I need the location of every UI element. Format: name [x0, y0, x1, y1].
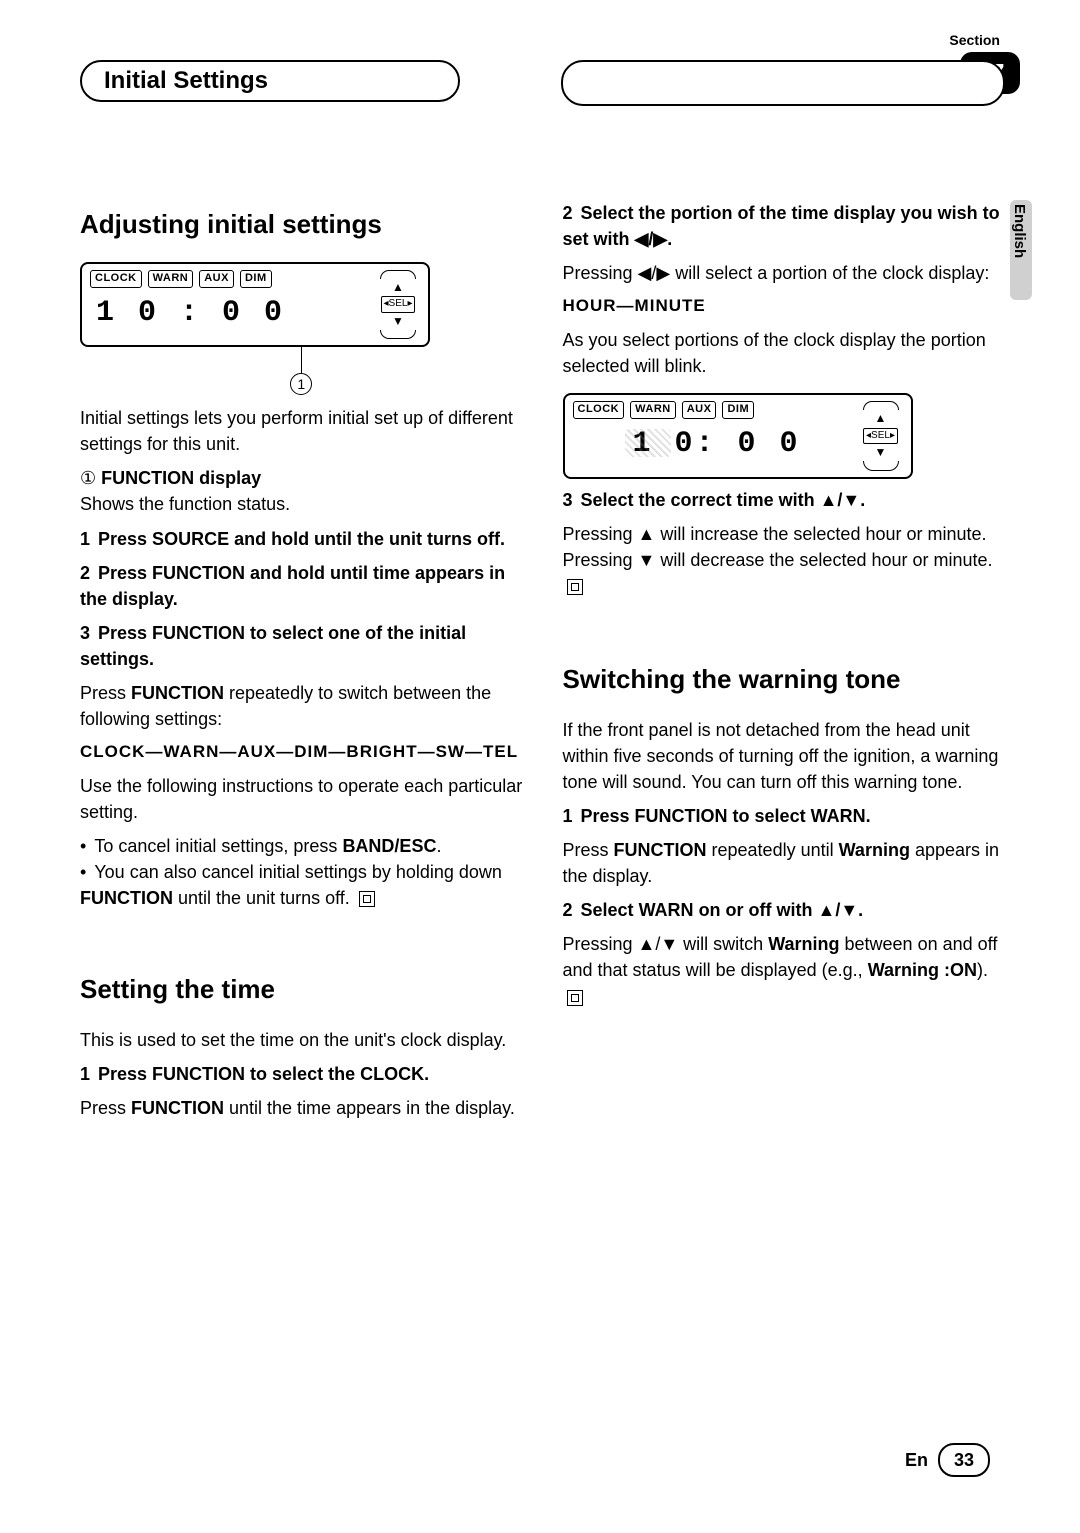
warn-step-2: 2Select WARN on or off with ▲/▼. [563, 897, 1006, 923]
step-text: Press FUNCTION to select one of the init… [80, 623, 466, 669]
lcd-tab: WARN [148, 270, 194, 288]
step-1: 1 Press SOURCE and hold until the unit tu… [80, 526, 523, 552]
callout-number: 1 [290, 373, 312, 395]
end-mark-icon [359, 891, 375, 907]
step-text: Press FUNCTION and hold until time appea… [80, 563, 505, 609]
warn-step-2-detail: Pressing ▲/▼ will switch Warning between… [563, 931, 1006, 1009]
manual-page: Section 07 English Initial Settings Adju… [0, 0, 1080, 1533]
heading-setting-time: Setting the time [80, 971, 523, 1009]
lcd-tab: AUX [682, 401, 717, 419]
list-item: You can also cancel initial settings by … [80, 859, 523, 911]
lcd-tab: CLOCK [573, 401, 625, 419]
time-step-2-detail2: As you select portions of the clock disp… [563, 327, 1006, 379]
page-number-badge: 33 [938, 1443, 990, 1477]
heading-adjusting: Adjusting initial settings [80, 206, 523, 244]
step-number: 3 [80, 623, 90, 643]
lcd-display-2: CLOCK WARN AUX DIM 1 0: 0 0 ▲ ◂SEL▸ ▼ [563, 393, 913, 478]
page-title: Initial Settings [104, 67, 268, 95]
time-step-1-detail: Press FUNCTION until the time appears in… [80, 1095, 523, 1121]
step-number: 3 [563, 490, 573, 510]
end-mark-icon [567, 990, 583, 1006]
time-step-2-detail: Pressing ◀/▶ will select a portion of th… [563, 260, 1006, 286]
page-header: Initial Settings [80, 60, 1005, 102]
item-title: FUNCTION display [101, 468, 261, 488]
header-right-pill [561, 60, 1005, 106]
time-step-3: 3 Select the correct time with ▲/▼. [563, 487, 1006, 513]
down-icon: ▼ [392, 313, 404, 330]
step-number: 1 [80, 1064, 90, 1084]
item-desc: Shows the function status. [80, 494, 290, 514]
intro-text: Initial settings lets you perform initia… [80, 405, 523, 457]
left-column: Adjusting initial settings CLOCK WARN AU… [80, 192, 523, 1129]
lcd-nav-pad: ▲ ◂SEL▸ ▼ [376, 270, 420, 339]
lcd-tabs: CLOCK WARN AUX DIM [90, 270, 420, 288]
callout-1: 1 [80, 347, 523, 395]
lcd-display-1: CLOCK WARN AUX DIM 1 0 : 0 0 ▲ ◂SEL▸ ▼ [80, 262, 430, 347]
item-number: ① [80, 468, 96, 488]
lcd-curve-icon [380, 330, 416, 339]
time-step-3-detail: Pressing ▲ will increase the selected ho… [563, 521, 1006, 599]
lcd-curve-icon [863, 461, 899, 470]
lcd-figure-1: CLOCK WARN AUX DIM 1 0 : 0 0 ▲ ◂SEL▸ ▼ [80, 262, 523, 395]
language-tab-text: English [1011, 204, 1028, 258]
down-icon: ▼ [875, 444, 887, 461]
heading-warning-tone: Switching the warning tone [563, 661, 1006, 699]
language-tab: English [1010, 200, 1032, 300]
lcd-nav-pad: ▲ ◂SEL▸ ▼ [859, 401, 903, 470]
step-3-use: Use the following instructions to operat… [80, 773, 523, 825]
step-number: 2 [563, 203, 573, 223]
page-title-pill: Initial Settings [80, 60, 460, 102]
lcd-curve-icon [380, 270, 416, 279]
step-number: 2 [80, 563, 90, 583]
lcd-tab: DIM [240, 270, 272, 288]
sel-label: ◂SEL▸ [863, 428, 898, 445]
lcd-tab: WARN [630, 401, 676, 419]
step-text: Press SOURCE and hold until the unit tur… [98, 529, 505, 549]
lcd-tab: CLOCK [90, 270, 142, 288]
right-column: 2Select the portion of the time display … [563, 192, 1006, 1129]
time-intro: This is used to set the time on the unit… [80, 1027, 523, 1053]
step-number: 2 [563, 900, 573, 920]
end-mark-icon [567, 579, 583, 595]
list-item: To cancel initial settings, press BAND/E… [80, 833, 523, 859]
notes-list: To cancel initial settings, press BAND/E… [80, 833, 523, 911]
footer-lang: En [905, 1450, 928, 1471]
lcd-tab: AUX [199, 270, 234, 288]
step-2: 2Press FUNCTION and hold until time appe… [80, 560, 523, 612]
step-text: Select the correct time with ▲/▼. [581, 490, 866, 510]
lcd-time: 1 0 : 0 0 [96, 292, 420, 336]
step-number: 1 [563, 806, 573, 826]
step-number: 1 [80, 529, 90, 549]
page-footer: En 33 [905, 1443, 990, 1477]
time-step-2: 2Select the portion of the time display … [563, 200, 1006, 252]
step-3-detail: Press FUNCTION repeatedly to switch betw… [80, 680, 523, 732]
warn-step-1: 1Press FUNCTION to select WARN. [563, 803, 1006, 829]
warn-step-1-detail: Press FUNCTION repeatedly until Warning … [563, 837, 1006, 889]
section-label: Section [949, 32, 1000, 48]
callout-line [301, 347, 302, 373]
lcd-tabs: CLOCK WARN AUX DIM [573, 401, 903, 419]
lcd-curve-icon [863, 401, 899, 410]
up-icon: ▲ [875, 410, 887, 427]
time-step-1: 1Press FUNCTION to select the CLOCK. [80, 1061, 523, 1087]
warn-intro: If the front panel is not detached from … [563, 717, 1006, 795]
sel-label: ◂SEL▸ [381, 296, 416, 313]
content-columns: Adjusting initial settings CLOCK WARN AU… [80, 192, 1005, 1129]
lcd-tab: DIM [722, 401, 754, 419]
lcd-hours-blinking: 1 0 [633, 427, 696, 461]
settings-sequence: CLOCK—WARN—AUX—DIM—BRIGHT—SW—TEL [80, 740, 523, 765]
step-text: Select the portion of the time display y… [563, 203, 1000, 249]
function-display-item: ① FUNCTION display Shows the function st… [80, 465, 523, 517]
lcd-figure-2: CLOCK WARN AUX DIM 1 0: 0 0 ▲ ◂SEL▸ ▼ [563, 393, 1006, 478]
hour-minute-seq: HOUR—MINUTE [563, 294, 1006, 319]
step-3: 3Press FUNCTION to select one of the ini… [80, 620, 523, 672]
lcd-minutes: : 0 0 [696, 427, 801, 461]
up-icon: ▲ [392, 279, 404, 296]
